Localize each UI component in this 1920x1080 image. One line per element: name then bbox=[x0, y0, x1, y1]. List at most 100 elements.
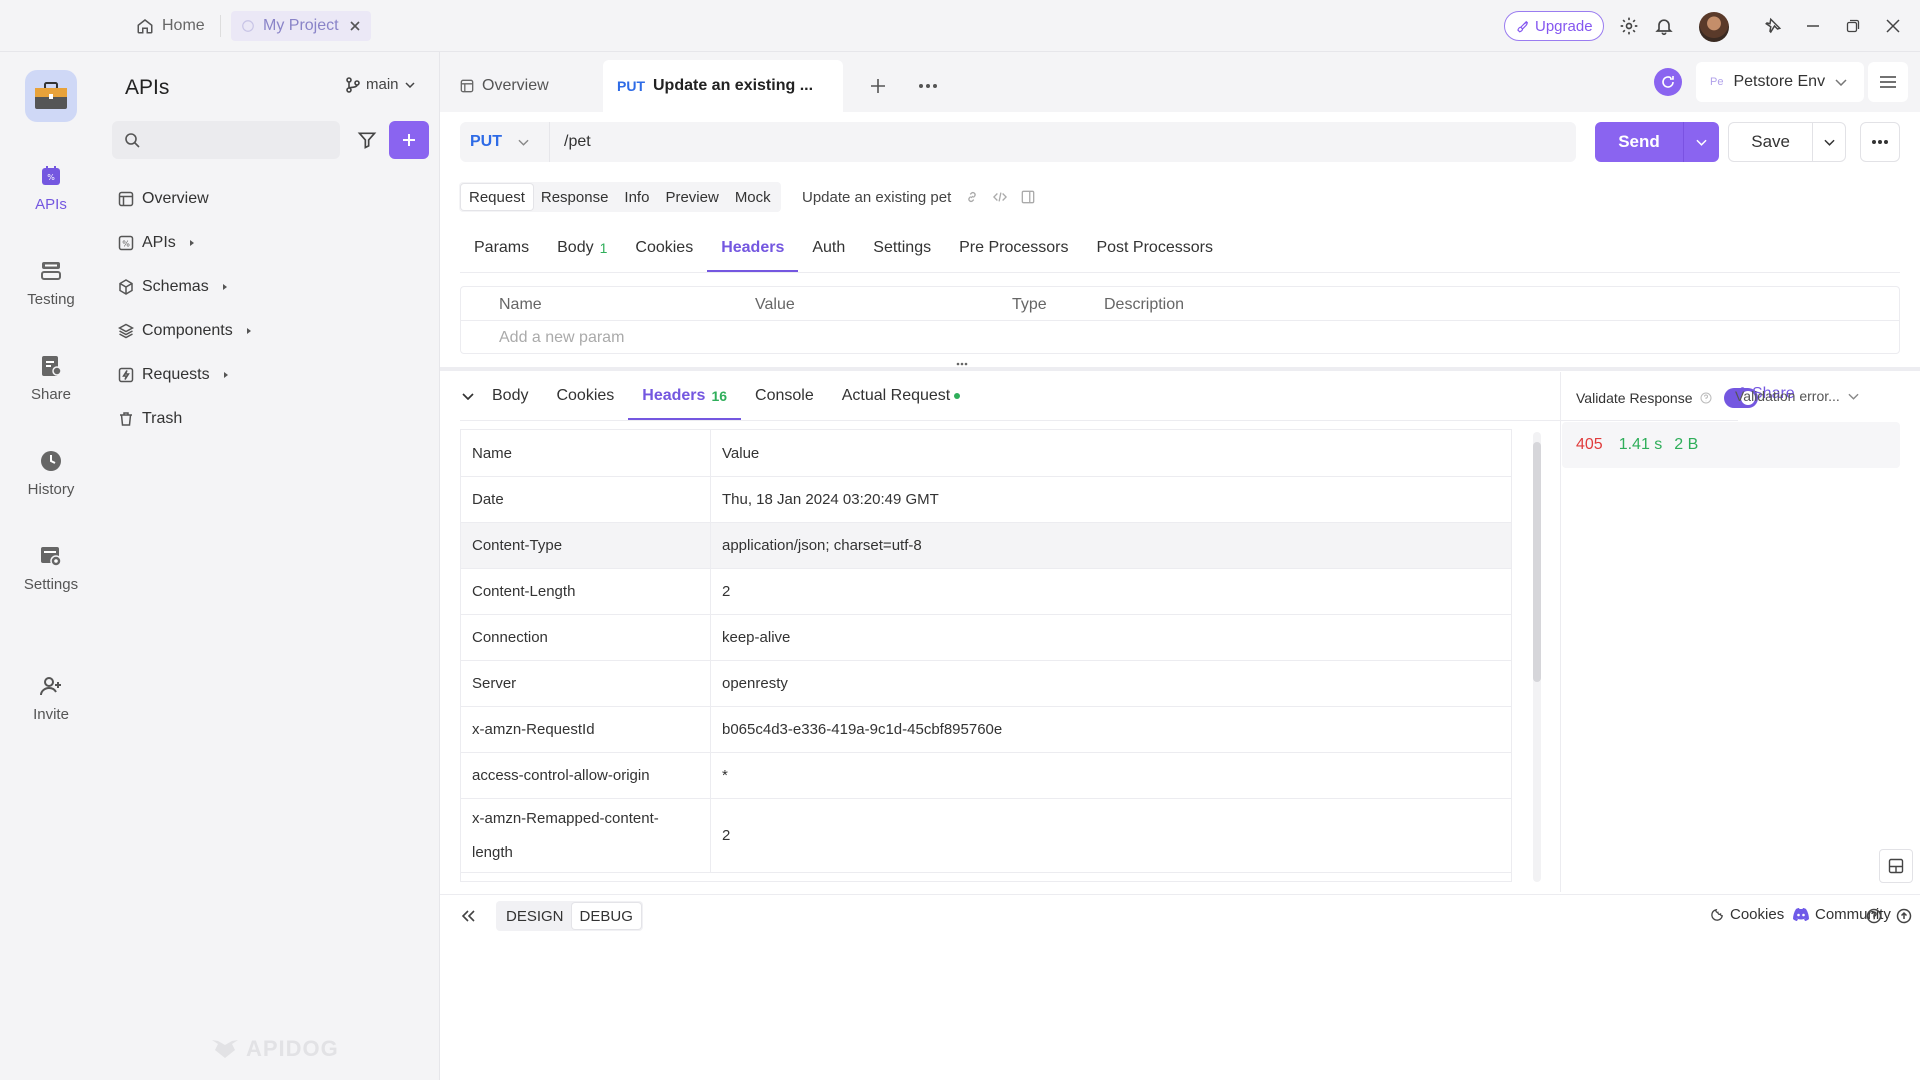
subtab-body[interactable]: Body 1 bbox=[543, 224, 621, 272]
send-dropdown-chevron-icon[interactable] bbox=[1684, 139, 1718, 146]
expand-arrow-icon[interactable] bbox=[223, 372, 228, 378]
panel-splitter[interactable] bbox=[440, 367, 1920, 371]
rail-item-history[interactable]: History bbox=[0, 437, 102, 507]
collapse-chevron-icon[interactable] bbox=[458, 386, 478, 406]
resp-tab-body[interactable]: Body bbox=[478, 372, 542, 420]
expand-arrow-icon[interactable] bbox=[246, 328, 251, 334]
more-options-icon[interactable] bbox=[1860, 122, 1900, 162]
mode-request[interactable]: Request bbox=[461, 184, 533, 210]
menu-hamburger-icon[interactable] bbox=[1868, 62, 1908, 102]
mode-info[interactable]: Info bbox=[616, 184, 657, 210]
bell-icon[interactable] bbox=[1648, 10, 1680, 42]
history-icon bbox=[37, 447, 65, 475]
url-input[interactable]: /pet bbox=[564, 133, 591, 151]
rail-item-share[interactable]: Share bbox=[0, 342, 102, 412]
splitter-handle-icon[interactable] bbox=[956, 362, 968, 366]
doc-tab-overview[interactable]: Overview bbox=[446, 60, 563, 112]
help-circle-icon[interactable] bbox=[1862, 904, 1886, 928]
subtab-post-processors[interactable]: Post Processors bbox=[1082, 224, 1226, 272]
more-tabs-icon[interactable] bbox=[912, 70, 944, 102]
tree-item-requests[interactable]: Requests bbox=[118, 353, 418, 397]
settings-gear-icon[interactable] bbox=[1613, 10, 1645, 42]
response-status-summary: 405 1.41 s 2 B bbox=[1562, 422, 1900, 468]
code-icon[interactable] bbox=[993, 190, 1008, 204]
overview-icon bbox=[118, 191, 134, 207]
tree-item-components[interactable]: Components bbox=[118, 309, 418, 353]
tree-item-schemas[interactable]: Schemas bbox=[118, 265, 418, 309]
project-tab[interactable]: My Project bbox=[231, 11, 371, 41]
scrollbar-thumb[interactable] bbox=[1533, 442, 1541, 682]
help-icon[interactable] bbox=[1700, 392, 1712, 404]
minimize-icon[interactable] bbox=[1797, 10, 1829, 42]
close-window-icon[interactable] bbox=[1877, 10, 1909, 42]
doc-tab-update-pet[interactable]: PUT Update an existing ... bbox=[603, 60, 843, 112]
new-tab-plus-icon[interactable] bbox=[862, 70, 894, 102]
resp-tab-cookies[interactable]: Cookies bbox=[542, 372, 628, 420]
rail-label: Testing bbox=[27, 290, 75, 308]
subtab-settings[interactable]: Settings bbox=[859, 224, 945, 272]
upgrade-button[interactable]: Upgrade bbox=[1504, 11, 1604, 41]
column-header-value: Value bbox=[755, 296, 795, 313]
tree-item-overview[interactable]: Overview bbox=[118, 177, 418, 221]
mode-debug[interactable]: DEBUG bbox=[571, 903, 641, 929]
filter-icon[interactable] bbox=[348, 121, 386, 159]
save-dropdown-chevron-icon[interactable] bbox=[1813, 139, 1845, 146]
header-name: x-amzn-RequestId bbox=[461, 707, 711, 752]
subtab-auth[interactable]: Auth bbox=[798, 224, 859, 272]
layout-toggle-icon[interactable] bbox=[1879, 849, 1913, 883]
mode-response[interactable]: Response bbox=[533, 184, 617, 210]
collapse-sidebar-icon[interactable] bbox=[456, 904, 480, 928]
method-select[interactable]: PUT bbox=[460, 122, 550, 162]
restore-icon[interactable] bbox=[1837, 10, 1869, 42]
save-button[interactable]: Save bbox=[1728, 122, 1846, 162]
subtab-headers[interactable]: Headers bbox=[707, 224, 799, 272]
resp-tab-headers[interactable]: Headers 16 bbox=[628, 372, 741, 420]
user-avatar[interactable] bbox=[1699, 12, 1729, 42]
resp-tab-actual-request[interactable]: Actual Request bbox=[828, 372, 975, 420]
response-tabs: Body Cookies Headers 16 Console Actual Re… bbox=[478, 372, 974, 420]
rail-item-settings[interactable]: Settings bbox=[0, 532, 102, 602]
panel-toggle-icon[interactable] bbox=[1021, 190, 1035, 204]
subtab-pre-processors[interactable]: Pre Processors bbox=[945, 224, 1082, 272]
api-name: Update an existing pet bbox=[802, 188, 952, 206]
response-headers-table: Name Value Date Thu, 18 Jan 2024 03:20:4… bbox=[460, 429, 1512, 882]
environment-selector[interactable]: Pe Petstore Env bbox=[1696, 62, 1864, 102]
branch-selector[interactable]: main bbox=[346, 76, 415, 93]
rail-label: Settings bbox=[23, 575, 79, 593]
header-value: application/json; charset=utf-8 bbox=[722, 537, 922, 554]
sync-icon[interactable] bbox=[1654, 68, 1682, 96]
mode-preview[interactable]: Preview bbox=[657, 184, 726, 210]
subtab-cookies[interactable]: Cookies bbox=[621, 224, 707, 272]
validation-dropdown[interactable]: Validation error... bbox=[1735, 388, 1859, 404]
subtab-label: Cookies bbox=[556, 387, 615, 404]
add-button[interactable] bbox=[389, 121, 429, 159]
search-input[interactable] bbox=[112, 121, 340, 159]
resp-tab-console[interactable]: Console bbox=[741, 372, 828, 420]
send-button[interactable]: Send bbox=[1595, 122, 1719, 162]
expand-arrow-icon[interactable] bbox=[222, 284, 227, 290]
mode-design[interactable]: DESIGN bbox=[498, 903, 572, 929]
pin-icon[interactable] bbox=[1757, 10, 1789, 42]
project-logo[interactable] bbox=[25, 70, 77, 122]
header-name: Connection bbox=[461, 615, 711, 660]
subtab-params[interactable]: Params bbox=[460, 224, 543, 272]
home-tab[interactable]: Home bbox=[126, 11, 215, 41]
rail-item-testing[interactable]: Testing bbox=[0, 247, 102, 317]
expand-arrow-icon[interactable] bbox=[189, 240, 194, 246]
mode-mock[interactable]: Mock bbox=[727, 184, 779, 210]
link-icon[interactable] bbox=[965, 190, 979, 204]
header-value: 2 bbox=[722, 827, 731, 844]
subtab-label: Body bbox=[492, 387, 529, 404]
close-tab-icon[interactable] bbox=[349, 20, 361, 32]
rail-item-apis[interactable]: % APIs bbox=[0, 152, 102, 222]
upload-icon[interactable] bbox=[1892, 904, 1916, 928]
table-row: Content-Length 2 bbox=[461, 569, 1511, 615]
tree-item-label: Overview bbox=[142, 190, 209, 207]
tree-item-trash[interactable]: Trash bbox=[118, 397, 418, 441]
tree-item-apis[interactable]: % APIs bbox=[118, 221, 418, 265]
cookie-icon bbox=[1710, 908, 1724, 922]
footer-cookies-button[interactable]: Cookies bbox=[1710, 906, 1784, 923]
add-param-input[interactable]: Add a new param bbox=[499, 329, 624, 347]
rail-item-invite[interactable]: Invite bbox=[0, 662, 102, 732]
header-value: 2 bbox=[722, 583, 731, 600]
